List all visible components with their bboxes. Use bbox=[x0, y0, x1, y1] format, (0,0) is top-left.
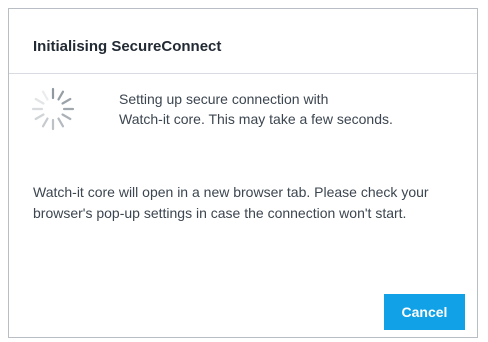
secureconnect-dialog: Initialising SecureConnect Setting up se… bbox=[8, 8, 478, 338]
loading-spinner-icon bbox=[31, 87, 75, 131]
status-message: Setting up secure connection with Watch-… bbox=[119, 89, 469, 129]
status-line-1: Setting up secure connection with bbox=[119, 91, 329, 107]
title-divider bbox=[9, 73, 477, 74]
info-message: Watch-it core will open in a new browser… bbox=[33, 184, 429, 221]
dialog-title: Initialising SecureConnect bbox=[33, 38, 222, 55]
cancel-button[interactable]: Cancel bbox=[384, 294, 465, 330]
status-line-2: Watch-it core. This may take a few secon… bbox=[119, 111, 393, 127]
